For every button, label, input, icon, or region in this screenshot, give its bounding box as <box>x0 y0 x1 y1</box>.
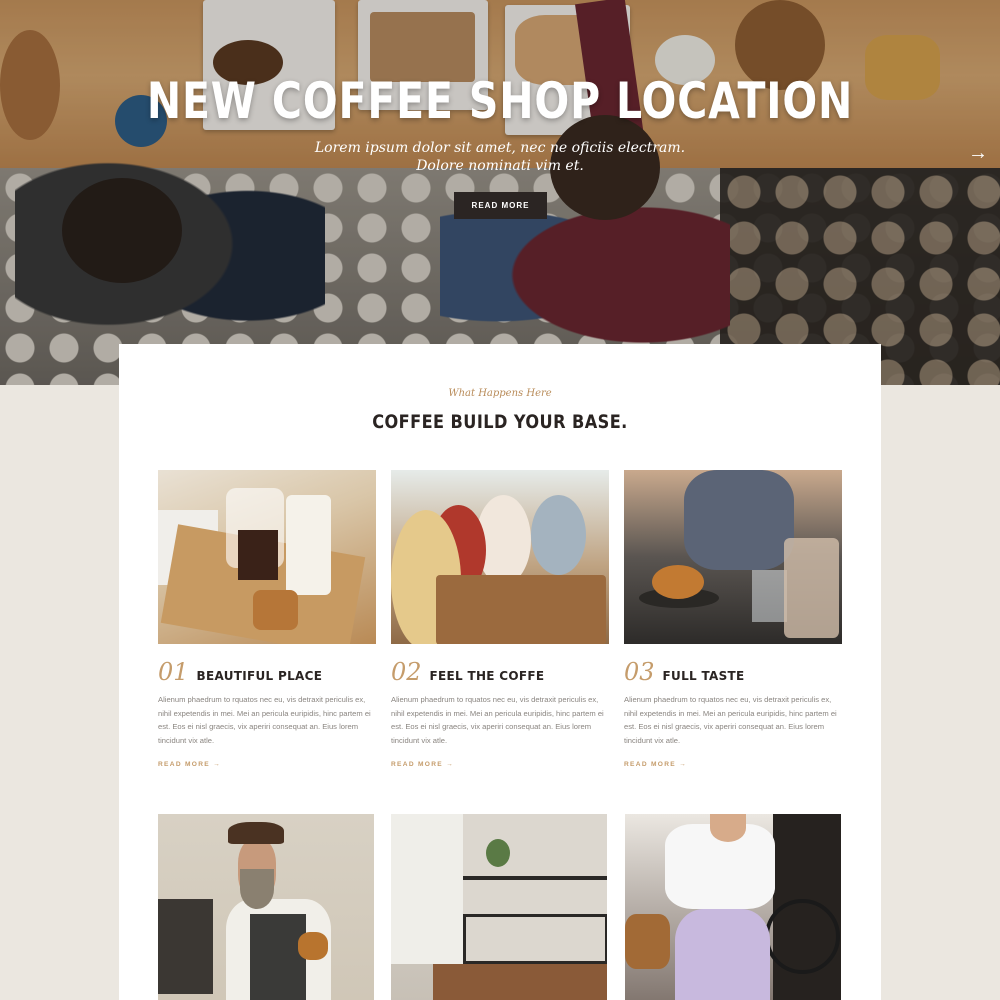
feature-read-more-link[interactable]: READ MORE → <box>624 761 687 768</box>
feature-heading: 02 FEEL THE COFFE <box>391 658 609 686</box>
man-figure <box>531 495 586 575</box>
gallery-photo-barista[interactable] <box>158 814 374 1000</box>
wooden-counter <box>433 964 607 1000</box>
gallery-photo-interior[interactable] <box>391 814 607 1000</box>
feature-photo-friends-cafe[interactable] <box>391 470 609 644</box>
cafe-table <box>436 575 606 644</box>
feature-number: 03 <box>624 658 655 686</box>
feature-photo-croissant[interactable] <box>624 470 842 644</box>
display-case <box>463 914 607 964</box>
cocoa-glass <box>238 530 278 580</box>
milk-bottle <box>286 495 331 595</box>
feature-item-beautiful-place: 01 BEAUTIFUL PLACE Alienum phaedrum to r… <box>158 470 376 771</box>
hero-subtitle-line-1: Lorem ipsum dolor sit amet, nec ne ofici… <box>314 140 686 156</box>
features-card: What Happens Here COFFEE BUILD YOUR BASE… <box>119 344 881 1000</box>
copper-kettle <box>298 932 328 960</box>
feature-description: Alienum phaedrum to rquatos nec eu, vis … <box>624 695 837 745</box>
barista-beard <box>240 869 274 909</box>
barista-hat <box>228 822 284 844</box>
iced-coffee <box>784 538 839 638</box>
leather-bag <box>625 914 670 969</box>
feature-item-feel-the-coffe: 02 FEEL THE COFFE Alienum phaedrum to rq… <box>391 470 609 771</box>
hero-read-more-button[interactable]: READ MORE <box>454 192 547 219</box>
hero-title: NEW COFFEE SHOP LOCATION <box>146 72 854 130</box>
feature-heading: 03 FULL TASTE <box>624 658 842 686</box>
croissant <box>652 565 704 599</box>
feature-item-full-taste: 03 FULL TASTE Alienum phaedrum to rquato… <box>624 470 842 771</box>
feature-description: Alienum phaedrum to rquatos nec eu, vis … <box>391 695 604 745</box>
feature-photo-drinks-tray[interactable] <box>158 470 376 644</box>
slider-next-arrow-icon[interactable]: → <box>968 142 988 165</box>
woman-chin <box>710 814 746 842</box>
feature-title[interactable]: FEEL THE COFFE <box>430 669 545 683</box>
gallery-photo-woman-seated[interactable] <box>625 814 841 1000</box>
feature-description: Alienum phaedrum to rquatos nec eu, vis … <box>158 695 371 745</box>
water-glass <box>752 570 787 622</box>
lavender-skirt <box>675 909 770 1000</box>
feature-title[interactable]: FULL TASTE <box>663 669 745 683</box>
feature-number: 01 <box>158 658 189 686</box>
feature-read-more-link[interactable]: READ MORE → <box>158 761 221 768</box>
feature-number: 02 <box>391 658 422 686</box>
shelf <box>463 876 607 880</box>
coffee-grinder <box>158 899 213 994</box>
person-shirt <box>684 470 794 570</box>
hero-subtitle: Lorem ipsum dolor sit amet, nec ne ofici… <box>0 139 1000 175</box>
feature-heading: 01 BEAUTIFUL PLACE <box>158 658 376 686</box>
section-title: COFFEE BUILD YOUR BASE. <box>372 411 628 433</box>
section-eyebrow: What Happens Here <box>448 388 552 399</box>
hero-banner: NEW COFFEE SHOP LOCATION Lorem ipsum dol… <box>0 0 1000 385</box>
barista-apron <box>250 914 306 1000</box>
honey-cup <box>253 590 298 630</box>
hero-subtitle-line-2: Dolore nominati vim et. <box>416 158 584 174</box>
bicycle-wheel <box>765 899 840 974</box>
feature-read-more-link[interactable]: READ MORE → <box>391 761 454 768</box>
feature-title[interactable]: BEAUTIFUL PLACE <box>197 669 323 683</box>
window <box>391 814 463 964</box>
plant <box>486 839 510 867</box>
